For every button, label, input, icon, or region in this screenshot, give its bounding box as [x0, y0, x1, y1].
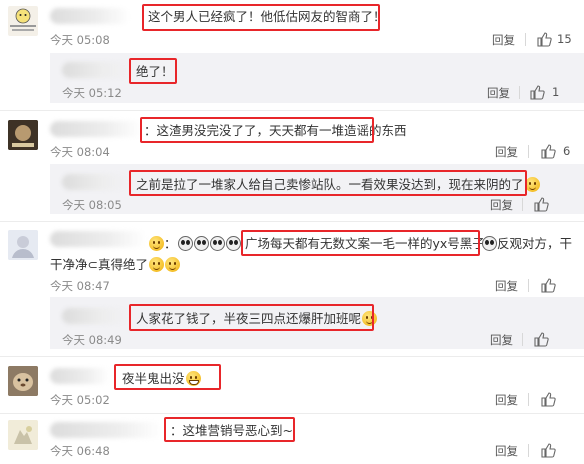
reply-button[interactable]: 回复: [495, 144, 518, 160]
comment-text-line2: 干净净⊂真得绝了: [50, 256, 180, 274]
divider: [0, 221, 584, 222]
thumbs-up-icon[interactable]: [540, 391, 556, 407]
emoji-icon: [149, 236, 164, 251]
username-blurred[interactable]: [50, 8, 130, 24]
comment-time: 今天 08:49: [62, 333, 122, 347]
separator: [525, 33, 526, 46]
highlight-box: [129, 170, 527, 196]
like-count: 6: [563, 144, 571, 158]
separator: [528, 279, 529, 292]
emoji-icon: [148, 257, 164, 272]
reply-button[interactable]: 回复: [495, 443, 518, 459]
comment-time: 今天 08:05: [62, 198, 122, 212]
reply-button[interactable]: 回复: [495, 278, 518, 294]
emoji-icon: [164, 257, 180, 272]
highlight-box: [129, 58, 177, 84]
comment-time: 今天 05:08: [50, 33, 110, 47]
separator: [528, 145, 529, 158]
highlight-box: [241, 230, 480, 256]
highlight-box: [129, 304, 374, 331]
thumbs-up-icon[interactable]: [533, 196, 549, 212]
thumbs-up-icon[interactable]: [529, 84, 545, 100]
eyes-emoji-icon: [193, 236, 209, 251]
reply-button[interactable]: 回复: [490, 332, 513, 348]
comment-line2: 干净净⊂真得绝了: [50, 257, 148, 272]
highlight-box: [164, 417, 295, 442]
username-blurred[interactable]: [62, 174, 128, 190]
avatar[interactable]: [8, 230, 38, 260]
comment-time: 今天 06:48: [50, 444, 110, 458]
avatar[interactable]: [8, 120, 38, 150]
emoji-row: ：: [148, 235, 241, 253]
comment-time: 今天 05:12: [62, 86, 122, 100]
divider: [0, 356, 584, 357]
separator: [519, 86, 520, 99]
eyes-emoji-icon: [209, 236, 225, 251]
divider: [0, 110, 584, 111]
comment-suffix: 反观对方，干: [497, 236, 573, 251]
separator: [528, 393, 529, 406]
username-blurred[interactable]: [50, 231, 146, 247]
highlight-box: [114, 364, 221, 390]
username-blurred[interactable]: [50, 121, 142, 137]
divider: [0, 413, 584, 414]
separator: [522, 198, 523, 211]
comment-time: 今天 08:04: [50, 145, 110, 159]
highlight-box: [140, 117, 374, 143]
username-blurred[interactable]: [50, 422, 162, 438]
reply-button[interactable]: 回复: [492, 32, 515, 48]
separator: [528, 444, 529, 457]
avatar[interactable]: [8, 420, 38, 450]
reply-button[interactable]: 回复: [495, 392, 518, 408]
comment-time: 今天 05:02: [50, 393, 110, 407]
comment-text-tail: 反观对方，干: [481, 235, 572, 253]
avatar[interactable]: [8, 366, 38, 396]
username-blurred[interactable]: [50, 368, 110, 384]
comment-time: 今天 08:47: [50, 279, 110, 293]
reply-button[interactable]: 回复: [487, 85, 510, 101]
like-count: 1: [552, 85, 560, 99]
username-blurred[interactable]: [62, 62, 130, 78]
separator: [522, 333, 523, 346]
reply-button[interactable]: 回复: [490, 197, 513, 213]
eyes-emoji-icon: [482, 236, 497, 251]
thumbs-up-icon[interactable]: [540, 442, 556, 458]
thumbs-up-icon[interactable]: [540, 143, 556, 159]
eyes-emoji-icon: [177, 236, 193, 251]
eyes-emoji-icon: [225, 236, 241, 251]
thumbs-up-icon[interactable]: [536, 31, 552, 47]
colon: ：: [164, 236, 177, 251]
thumbs-up-icon[interactable]: [533, 331, 549, 347]
thumbs-up-icon[interactable]: [540, 277, 556, 293]
like-count: 15: [557, 32, 572, 46]
highlight-box: [142, 4, 380, 31]
avatar[interactable]: [8, 6, 38, 36]
username-blurred[interactable]: [62, 308, 128, 324]
